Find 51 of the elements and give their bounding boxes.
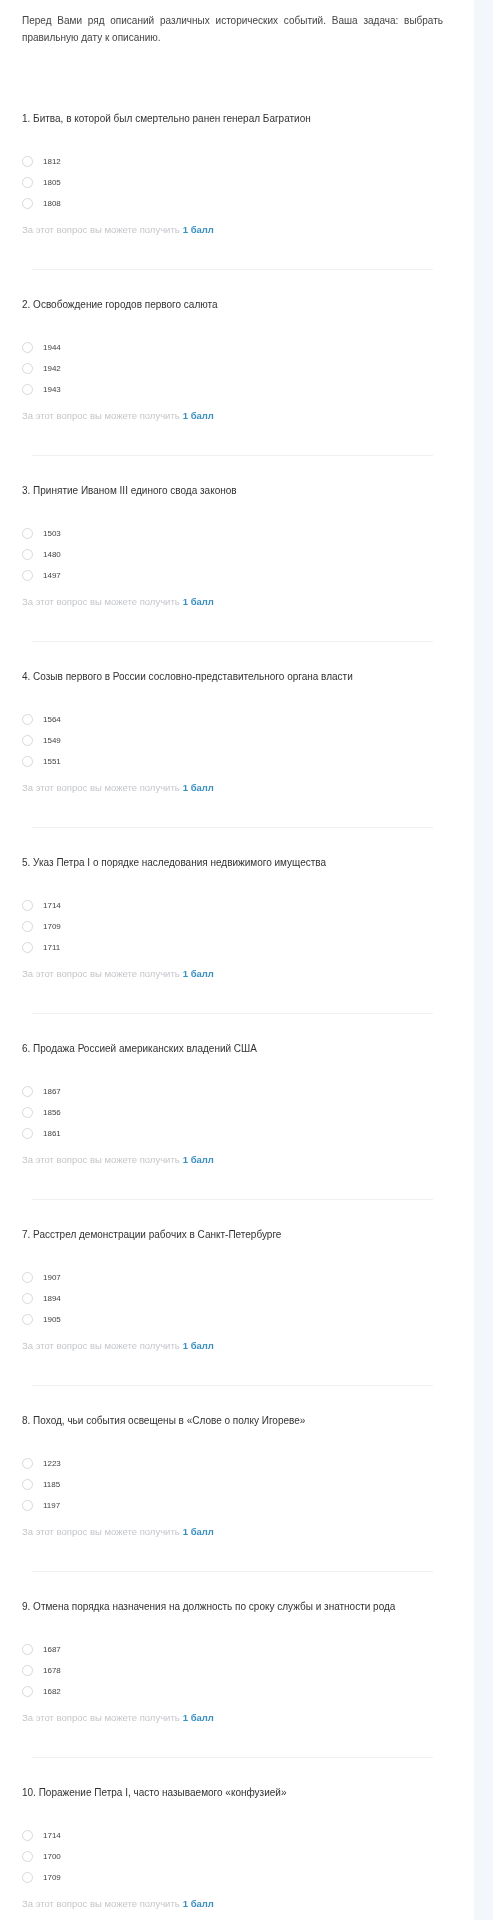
radio-option[interactable]: 1480 xyxy=(22,544,61,565)
radio-option[interactable]: 1709 xyxy=(22,1867,61,1888)
radio-option[interactable]: 1808 xyxy=(22,193,61,214)
points-value: 1 балл xyxy=(182,595,214,609)
points-value: 1 балл xyxy=(182,1525,214,1539)
radio-option[interactable]: 1687 xyxy=(22,1639,61,1660)
question-title: 2. Освобождение городов первого салюта xyxy=(22,298,219,312)
points-value: 1 балл xyxy=(182,1711,214,1725)
question-title: 10. Поражение Петра I, часто называемого «конфузией» xyxy=(22,1786,288,1800)
radio-option[interactable]: 1700 xyxy=(22,1846,61,1867)
radio-option[interactable]: 1805 xyxy=(22,172,61,193)
radio-option[interactable]: 1905 xyxy=(22,1309,61,1330)
radio-option[interactable]: 1714 xyxy=(22,1825,61,1846)
radio-option[interactable]: 1861 xyxy=(22,1123,61,1144)
radio-option[interactable]: 1894 xyxy=(22,1288,61,1309)
radio-option[interactable]: 1503 xyxy=(22,523,61,544)
radio-option[interactable]: 1812 xyxy=(22,151,61,172)
question-title: 1. Битва, в которой был смертельно ранен генерал Багратион xyxy=(22,112,312,126)
points-value: 1 балл xyxy=(182,1153,214,1167)
radio-option[interactable]: 1551 xyxy=(22,751,61,772)
radio-option[interactable]: 1197 xyxy=(22,1495,61,1516)
points-value: 1 балл xyxy=(182,1897,214,1911)
radio-option[interactable]: 1711 xyxy=(22,937,61,958)
radio-option[interactable]: 1682 xyxy=(22,1681,61,1702)
radio-option[interactable]: 1185 xyxy=(22,1474,61,1495)
question-title: 9. Отмена порядка назначения на должность по сроку службы и знатности рода xyxy=(22,1600,397,1614)
question-title: 4. Созыв первого в России сословно-представительного органа власти xyxy=(22,670,354,684)
radio-option[interactable]: 1564 xyxy=(22,709,61,730)
points-value: 1 балл xyxy=(182,967,214,981)
question-title: 5. Указ Петра I о порядке наследования недвижимого имущества xyxy=(22,856,328,870)
intro-text: Перед Вами ряд описаний различных исторических событий. Ваша задача: выбрать правильную дату к описанию. xyxy=(22,14,443,45)
points-value: 1 балл xyxy=(182,781,214,795)
question-title: 6. Продажа Россией американских владений США xyxy=(22,1042,258,1056)
radio-option[interactable]: 1942 xyxy=(22,358,61,379)
radio-option[interactable]: 1709 xyxy=(22,916,61,937)
radio-option[interactable]: 1678 xyxy=(22,1660,61,1681)
question-title: 3. Принятие Иваном III единого свода законов xyxy=(22,484,238,498)
radio-option[interactable]: 1714 xyxy=(22,895,61,916)
radio-option[interactable]: 1907 xyxy=(22,1267,61,1288)
radio-option[interactable]: 1497 xyxy=(22,565,61,586)
radio-option[interactable]: 1943 xyxy=(22,379,61,400)
question-title: 7. Расстрел демонстрации рабочих в Санкт-Петербурге xyxy=(22,1228,283,1242)
radio-option[interactable]: 1856 xyxy=(22,1102,61,1123)
points-value: 1 балл xyxy=(182,223,214,237)
points-value: 1 балл xyxy=(182,409,214,423)
radio-option[interactable]: 1223 xyxy=(22,1453,61,1474)
radio-option[interactable]: 1944 xyxy=(22,337,61,358)
radio-option[interactable]: 1867 xyxy=(22,1081,61,1102)
radio-option[interactable]: 1549 xyxy=(22,730,61,751)
question-title: 8. Поход, чьи события освещены в «Слове о полку Игореве» xyxy=(22,1414,307,1428)
points-value: 1 балл xyxy=(182,1339,214,1353)
